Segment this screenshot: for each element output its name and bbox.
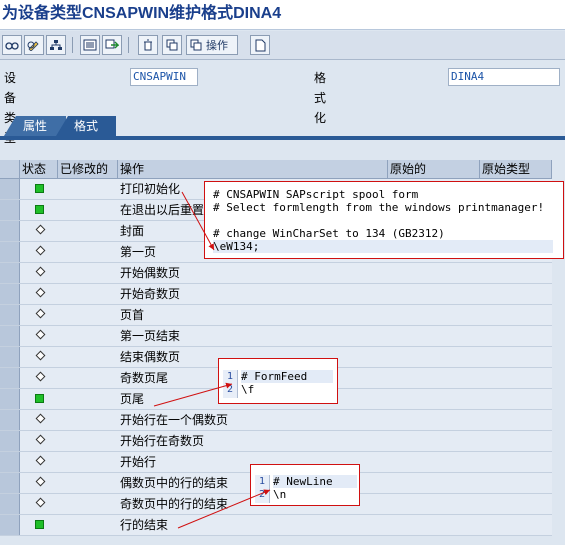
row-selector[interactable] (0, 473, 20, 493)
table-row[interactable]: 开始偶数页 (0, 263, 552, 284)
operation-name[interactable]: 结束偶数页 (120, 347, 180, 367)
operation-name[interactable]: 打印初始化 (120, 179, 180, 199)
row-selector[interactable] (0, 368, 20, 388)
operation-name[interactable]: 页首 (120, 305, 144, 325)
operation-name[interactable]: 开始行 (120, 452, 156, 472)
status-active-icon (35, 394, 44, 403)
table-row[interactable]: 开始行在一个偶数页 (0, 410, 552, 431)
status-inactive-icon (35, 245, 46, 256)
operation-name[interactable]: 第一页 (120, 242, 156, 262)
init-code-line: ​ (213, 214, 553, 227)
format-field[interactable]: DINA4 (448, 68, 560, 86)
tab-attributes[interactable]: 属性 (4, 116, 66, 136)
delete-icon[interactable] (138, 35, 158, 55)
toolbar: 操作 (0, 31, 565, 60)
status-inactive-icon (35, 497, 46, 508)
row-selector[interactable] (0, 242, 20, 262)
status-inactive-icon (35, 224, 46, 235)
column-header-original[interactable]: 原始的 (388, 160, 480, 179)
operation-name[interactable]: 页尾 (120, 389, 144, 409)
row-selector[interactable] (0, 263, 20, 283)
init-code-line: # CNSAPWIN SAPscript spool form (213, 188, 419, 201)
status-inactive-icon (35, 287, 46, 298)
row-selector[interactable] (0, 431, 20, 451)
table-row[interactable]: 行的结束 (0, 515, 552, 536)
new-document-icon[interactable] (250, 35, 270, 55)
operation-name[interactable]: 开始奇数页 (120, 284, 180, 304)
row-selector[interactable] (0, 200, 20, 220)
row-selector[interactable] (0, 305, 20, 325)
row-selector[interactable] (0, 515, 20, 535)
column-header-original-type[interactable]: 原始类型 (480, 160, 552, 179)
window-title: 为设备类型CNSAPWIN维护格式DINA4 (0, 0, 565, 30)
transport-icon[interactable] (102, 35, 122, 55)
formfeed-code: \f (241, 383, 255, 396)
operation-name[interactable]: 开始行在一个偶数页 (120, 410, 228, 430)
copy-icon[interactable] (162, 35, 182, 55)
row-selector[interactable] (0, 389, 20, 409)
status-inactive-icon (35, 350, 46, 361)
hierarchy-icon[interactable] (46, 35, 66, 55)
formfeed-line-numbers: 12 (223, 370, 238, 398)
row-selector[interactable] (0, 284, 20, 304)
row-selector[interactable] (0, 494, 20, 514)
row-selector[interactable] (0, 452, 20, 472)
newline-line-numbers: 12 (255, 475, 270, 503)
operation-name[interactable]: 开始偶数页 (120, 263, 180, 283)
init-code-line: \eW134; (213, 240, 553, 253)
formfeed-code-popup: 12 # FormFeed \f (218, 358, 338, 404)
status-inactive-icon (35, 476, 46, 487)
newline-code-popup: 12 # NewLine \n (250, 464, 360, 506)
status-inactive-icon (35, 371, 46, 382)
row-selector[interactable] (0, 347, 20, 367)
status-active-icon (35, 184, 44, 193)
operation-button[interactable]: 操作 (186, 35, 238, 55)
table-row[interactable]: 第一页结束 (0, 326, 552, 347)
status-inactive-icon (35, 329, 46, 340)
init-code-line: # Select formlength from the windows pri… (213, 201, 545, 214)
init-code-popup: # CNSAPWIN SAPscript spool form # Select … (204, 181, 564, 259)
row-selector[interactable] (0, 326, 20, 346)
operation-name[interactable]: 在退出以后重置 (120, 200, 204, 220)
table-row[interactable]: 开始奇数页 (0, 284, 552, 305)
table-row[interactable]: 开始行在奇数页 (0, 431, 552, 452)
tab-underline (0, 136, 565, 140)
operation-name[interactable]: 偶数页中的行的结束 (120, 473, 228, 493)
formfeed-comment: # FormFeed (241, 370, 333, 383)
row-selector-header[interactable] (0, 160, 20, 179)
status-inactive-icon (35, 434, 46, 445)
status-inactive-icon (35, 266, 46, 277)
column-header-operation[interactable]: 操作 (118, 160, 388, 179)
operation-name[interactable]: 封面 (120, 221, 144, 241)
tab-strip: 属性 格式 (0, 112, 565, 136)
operation-button-label: 操作 (206, 39, 228, 52)
operation-name[interactable]: 开始行在奇数页 (120, 431, 204, 451)
display-change-icon[interactable] (2, 35, 22, 55)
status-inactive-icon (35, 413, 46, 424)
device-type-field[interactable]: CNSAPWIN (130, 68, 198, 86)
operation-icon (190, 39, 202, 51)
operation-name[interactable]: 奇数页中的行的结束 (120, 494, 228, 514)
newline-code: \n (273, 488, 287, 501)
row-selector[interactable] (0, 410, 20, 430)
status-inactive-icon (35, 308, 46, 319)
operation-name[interactable]: 行的结束 (120, 515, 168, 535)
column-header-status[interactable]: 状态 (20, 160, 58, 179)
table-row[interactable]: 页首 (0, 305, 552, 326)
newline-comment: # NewLine (273, 475, 357, 488)
operation-name[interactable]: 第一页结束 (120, 326, 180, 346)
status-active-icon (35, 205, 44, 214)
edit-icon[interactable] (24, 35, 44, 55)
init-code-line: # change WinCharSet to 134 (GB2312) (213, 227, 445, 240)
status-inactive-icon (35, 455, 46, 466)
operation-name[interactable]: 奇数页尾 (120, 368, 168, 388)
column-header-modified[interactable]: 已修改的 (58, 160, 118, 179)
row-selector[interactable] (0, 179, 20, 199)
row-selector[interactable] (0, 221, 20, 241)
list-icon[interactable] (80, 35, 100, 55)
status-active-icon (35, 520, 44, 529)
